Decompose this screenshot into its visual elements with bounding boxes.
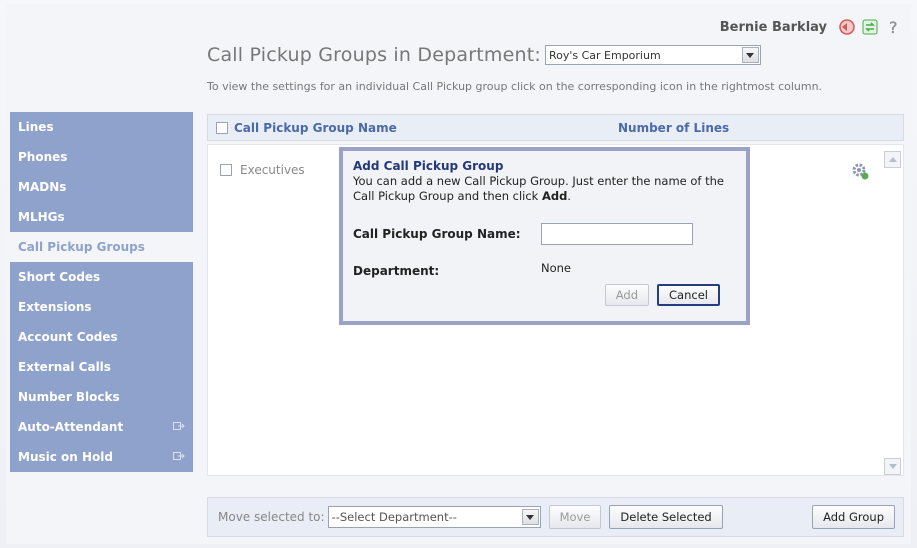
sidebar-item-auto-attendant[interactable]: Auto-Attendant: [10, 412, 193, 442]
chevron-down-icon[interactable]: [741, 47, 759, 63]
external-link-icon: [173, 452, 185, 460]
add-group-dialog: Add Call Pickup Group You can add a new …: [339, 147, 750, 325]
sidebar-item-label: MLHGs: [18, 210, 65, 224]
sidebar-item-phones[interactable]: Phones: [10, 142, 193, 172]
add-group-button[interactable]: Add Group: [812, 505, 895, 529]
sidebar-item-label: Number Blocks: [18, 390, 120, 404]
move-department-select[interactable]: --Select Department--: [327, 506, 541, 528]
sidebar-item-external-calls[interactable]: External Calls: [10, 352, 193, 382]
table-header: Call Pickup Group Name Number of Lines: [207, 114, 904, 141]
move-label: Move selected to:: [218, 510, 325, 524]
user-name: Bernie Barklay: [719, 19, 827, 35]
scroll-down-icon[interactable]: [884, 458, 901, 475]
table-row: Executives: [220, 163, 305, 177]
group-name-input[interactable]: [541, 223, 693, 245]
dialog-buttons: Add Cancel: [604, 284, 720, 306]
logout-icon[interactable]: [837, 18, 855, 36]
select-all-checkbox[interactable]: [216, 121, 228, 134]
move-button[interactable]: Move: [548, 505, 602, 529]
add-button[interactable]: Add: [604, 284, 650, 306]
scroll-track[interactable]: [884, 168, 901, 458]
scroll-up-icon[interactable]: [884, 151, 901, 168]
sidebar-item-label: Extensions: [18, 300, 92, 314]
scrollbar[interactable]: [884, 151, 901, 475]
user-bar: Bernie Barklay ?: [720, 18, 903, 36]
svg-text:?: ?: [889, 18, 898, 36]
help-icon[interactable]: ?: [885, 18, 903, 36]
sidebar-item-label: MADNs: [18, 180, 67, 194]
department-select[interactable]: Roy's Car Emporium: [544, 45, 761, 65]
dialog-description-end: .: [567, 189, 572, 203]
row-checkbox[interactable]: [220, 164, 232, 176]
dialog-description: You can add a new Call Pickup Group. Jus…: [353, 174, 738, 204]
sidebar-item-label: Call Pickup Groups: [18, 240, 145, 254]
sidebar-item-label: Phones: [18, 150, 68, 164]
dialog-description-bold: Add: [542, 189, 568, 203]
column-header-name: Call Pickup Group Name: [216, 121, 397, 135]
sidebar-item-label: Music on Hold: [18, 450, 113, 464]
sidebar-item-extensions[interactable]: Extensions: [10, 292, 193, 322]
footer-toolbar: Move selected to: --Select Department-- …: [207, 497, 904, 537]
department-select-value: Roy's Car Emporium: [548, 48, 661, 62]
sidebar-item-number-blocks[interactable]: Number Blocks: [10, 382, 193, 412]
group-name-row: Call Pickup Group Name:: [353, 223, 693, 245]
sidebar-item-lines[interactable]: Lines: [10, 112, 193, 142]
sidebar-item-label: Short Codes: [18, 270, 101, 284]
sidebar-item-call-pickup-groups[interactable]: Call Pickup Groups: [10, 232, 193, 262]
column-name-label[interactable]: Call Pickup Group Name: [234, 121, 397, 135]
sidebar-item-label: Account Codes: [18, 330, 118, 344]
sidebar-item-label: External Calls: [18, 360, 111, 374]
chevron-down-icon[interactable]: [521, 509, 539, 525]
sidebar-item-short-codes[interactable]: Short Codes: [10, 262, 193, 292]
page-hint: To view the settings for an individual C…: [207, 80, 823, 93]
department-label: Department:: [353, 264, 440, 278]
dialog-description-text: You can add a new Call Pickup Group. Jus…: [353, 174, 724, 203]
delete-selected-button[interactable]: Delete Selected: [609, 505, 723, 529]
sidebar-item-mlhgs[interactable]: MLHGs: [10, 202, 193, 232]
sidebar-item-label: Lines: [18, 120, 54, 134]
group-name-label: Call Pickup Group Name:: [353, 227, 521, 241]
page-title: Call Pickup Groups in Department: Roy's …: [207, 44, 761, 66]
department-row: Department: None: [353, 261, 571, 278]
sidebar-nav: Lines Phones MADNs MLHGs Call Pickup Gro…: [10, 112, 193, 472]
cancel-button[interactable]: Cancel: [657, 284, 720, 306]
dialog-title: Add Call Pickup Group: [353, 159, 504, 173]
group-name: Executives: [240, 163, 305, 177]
department-value: None: [541, 261, 572, 275]
gear-icon[interactable]: [850, 161, 870, 184]
page-title-text: Call Pickup Groups in Department:: [207, 44, 541, 66]
column-lines-label[interactable]: Number of Lines: [618, 121, 729, 135]
refresh-icon[interactable]: [861, 18, 879, 36]
sidebar-item-account-codes[interactable]: Account Codes: [10, 322, 193, 352]
move-select-value: --Select Department--: [331, 510, 457, 524]
sidebar-item-label: Auto-Attendant: [18, 420, 124, 434]
sidebar-item-music-on-hold[interactable]: Music on Hold: [10, 442, 193, 472]
external-link-icon: [173, 422, 185, 430]
sidebar-item-madns[interactable]: MADNs: [10, 172, 193, 202]
